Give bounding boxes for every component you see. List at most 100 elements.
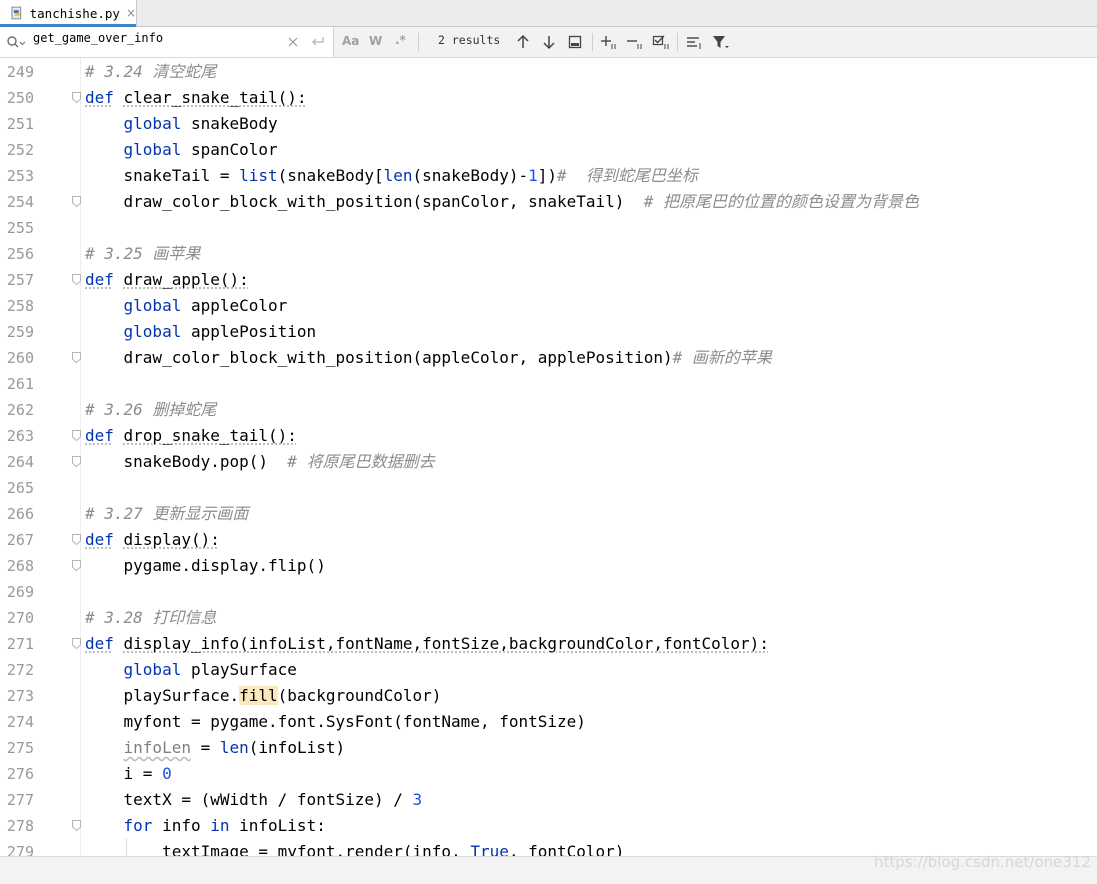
code-line[interactable]: 273 playSurface.fill(backgroundColor) bbox=[0, 683, 1097, 709]
code-line[interactable]: 255 bbox=[0, 215, 1097, 241]
results-count: 2 results bbox=[438, 33, 501, 47]
code-line[interactable]: 278 for info in infoList: bbox=[0, 813, 1097, 839]
code-line[interactable]: 261 bbox=[0, 371, 1097, 397]
code-line[interactable]: 254 draw_color_block_with_position(spanC… bbox=[0, 189, 1097, 215]
code-token: playSurface bbox=[181, 660, 297, 679]
code-token: 3 bbox=[412, 790, 423, 809]
code-text: for info in infoList: bbox=[85, 813, 326, 839]
code-token: for bbox=[123, 816, 153, 835]
fold-marker-icon[interactable] bbox=[72, 820, 81, 831]
line-number: 275 bbox=[6, 739, 34, 757]
code-text: playSurface.fill(backgroundColor) bbox=[85, 683, 441, 709]
search-field[interactable]: get_game_over_info bbox=[0, 27, 334, 57]
code-line[interactable]: 274 myfont = pygame.font.SysFont(fontNam… bbox=[0, 709, 1097, 735]
code-line[interactable]: 269 bbox=[0, 579, 1097, 605]
file-tab[interactable]: tanchishe.py × bbox=[0, 0, 137, 27]
code-line[interactable]: 256 # 3.25 画苹果 bbox=[0, 241, 1097, 267]
line-number: 261 bbox=[6, 375, 34, 393]
line-number: 262 bbox=[6, 401, 34, 419]
code-line[interactable]: 277 textX = (wWidth / fontSize) / 3 bbox=[0, 787, 1097, 813]
fold-marker-icon[interactable] bbox=[72, 352, 81, 363]
close-tab-icon[interactable]: × bbox=[126, 6, 136, 20]
code-token: i = bbox=[85, 764, 163, 783]
add-selection-icon[interactable] bbox=[600, 34, 618, 50]
code-text: # 3.24 清空蛇尾 bbox=[85, 59, 216, 85]
clear-search-icon[interactable] bbox=[288, 37, 298, 47]
next-occurrence-icon[interactable] bbox=[542, 34, 556, 50]
code-token: global bbox=[123, 114, 182, 133]
code-line[interactable]: 266 # 3.27 更新显示画面 bbox=[0, 501, 1097, 527]
previous-occurrence-icon[interactable] bbox=[516, 34, 530, 50]
separator bbox=[592, 33, 593, 51]
open-in-window-icon[interactable] bbox=[568, 34, 582, 50]
search-icon[interactable] bbox=[6, 35, 26, 49]
fold-marker-icon[interactable] bbox=[72, 274, 81, 285]
code-line[interactable]: 259 global applePosition bbox=[0, 319, 1097, 345]
code-token: def bbox=[85, 88, 114, 107]
code-line[interactable]: 265 bbox=[0, 475, 1097, 501]
code-line[interactable]: 264 snakeBody.pop() # 将原尾巴数据删去 bbox=[0, 449, 1097, 475]
code-text: textImage = myfont.render(info, True, fo… bbox=[85, 839, 624, 856]
code-token: , fontColor) bbox=[508, 842, 625, 856]
line-number: 273 bbox=[6, 687, 34, 705]
code-line[interactable]: 257 def draw_apple(): bbox=[0, 267, 1097, 293]
filter-search-results-icon[interactable] bbox=[686, 34, 704, 50]
code-token: def bbox=[85, 426, 114, 445]
search-input[interactable]: get_game_over_info bbox=[33, 31, 163, 45]
new-line-icon[interactable] bbox=[311, 36, 325, 48]
fold-marker-icon[interactable] bbox=[72, 560, 81, 571]
select-all-occurrences-icon[interactable] bbox=[652, 34, 670, 50]
fold-marker-icon[interactable] bbox=[72, 92, 81, 103]
code-line[interactable]: 270 # 3.28 打印信息 bbox=[0, 605, 1097, 631]
code-line[interactable]: 260 draw_color_block_with_position(apple… bbox=[0, 345, 1097, 371]
code-line[interactable]: 253 snakeTail = list(snakeBody[len(snake… bbox=[0, 163, 1097, 189]
fold-marker-icon[interactable] bbox=[72, 430, 81, 441]
code-token: infoList: bbox=[229, 816, 326, 835]
line-number: 251 bbox=[6, 115, 34, 133]
code-token: snakeBody bbox=[181, 114, 278, 133]
code-token: draw_color_block_with_position(appleColo… bbox=[85, 348, 673, 367]
whole-words-button[interactable]: W bbox=[369, 34, 382, 48]
code-line[interactable]: 250 def clear_snake_tail(): bbox=[0, 85, 1097, 111]
fold-marker-icon[interactable] bbox=[72, 638, 81, 649]
code-token: # 将原尾巴数据删去 bbox=[287, 452, 435, 471]
code-line[interactable]: 275 infoLen = len(infoList) bbox=[0, 735, 1097, 761]
code-editor[interactable]: 249 # 3.24 清空蛇尾 250 def clear_snake_tail():… bbox=[0, 58, 1097, 856]
code-line[interactable]: 249 # 3.24 清空蛇尾 bbox=[0, 59, 1097, 85]
code-line[interactable]: 272 global playSurface bbox=[0, 657, 1097, 683]
fold-marker-icon[interactable] bbox=[72, 196, 81, 207]
code-token: snakeTail = bbox=[85, 166, 240, 185]
code-token: def bbox=[85, 634, 114, 653]
code-line[interactable]: 276 i = 0 bbox=[0, 761, 1097, 787]
code-token: # 3.27 更新显示画面 bbox=[85, 504, 249, 523]
code-line[interactable]: 271 def display_info(infoList,fontName,fo… bbox=[0, 631, 1097, 657]
match-case-button[interactable]: Aa bbox=[342, 34, 359, 48]
code-token: global bbox=[123, 140, 182, 159]
code-text: def drop_snake_tail(): bbox=[85, 423, 297, 449]
code-line[interactable]: 258 global appleColor bbox=[0, 293, 1097, 319]
line-number: 268 bbox=[6, 557, 34, 575]
code-line[interactable]: 252 global spanColor bbox=[0, 137, 1097, 163]
regex-button[interactable]: .* bbox=[395, 33, 406, 47]
code-token: # 3.25 画苹果 bbox=[85, 244, 201, 263]
code-text: global appleColor bbox=[85, 293, 288, 319]
code-text: # 3.28 打印信息 bbox=[85, 605, 216, 631]
code-line[interactable]: 263 def drop_snake_tail(): bbox=[0, 423, 1097, 449]
code-line[interactable]: 251 global snakeBody bbox=[0, 111, 1097, 137]
code-token: spanColor bbox=[181, 140, 278, 159]
filter-icon[interactable] bbox=[712, 34, 730, 50]
code-line[interactable]: 267 def display(): bbox=[0, 527, 1097, 553]
line-number: 264 bbox=[6, 453, 34, 471]
fold-marker-icon[interactable] bbox=[72, 456, 81, 467]
code-text: snakeBody.pop() # 将原尾巴数据删去 bbox=[85, 449, 435, 475]
line-number: 258 bbox=[6, 297, 34, 315]
code-line[interactable]: 268 pygame.display.flip() bbox=[0, 553, 1097, 579]
code-line[interactable]: 262 # 3.26 删掉蛇尾 bbox=[0, 397, 1097, 423]
separator bbox=[677, 33, 678, 51]
code-token: # 把原尾巴的位置的颜色设置为背景色 bbox=[643, 192, 919, 211]
fold-marker-icon[interactable] bbox=[72, 534, 81, 545]
unselect-occurrence-icon[interactable] bbox=[626, 34, 644, 50]
